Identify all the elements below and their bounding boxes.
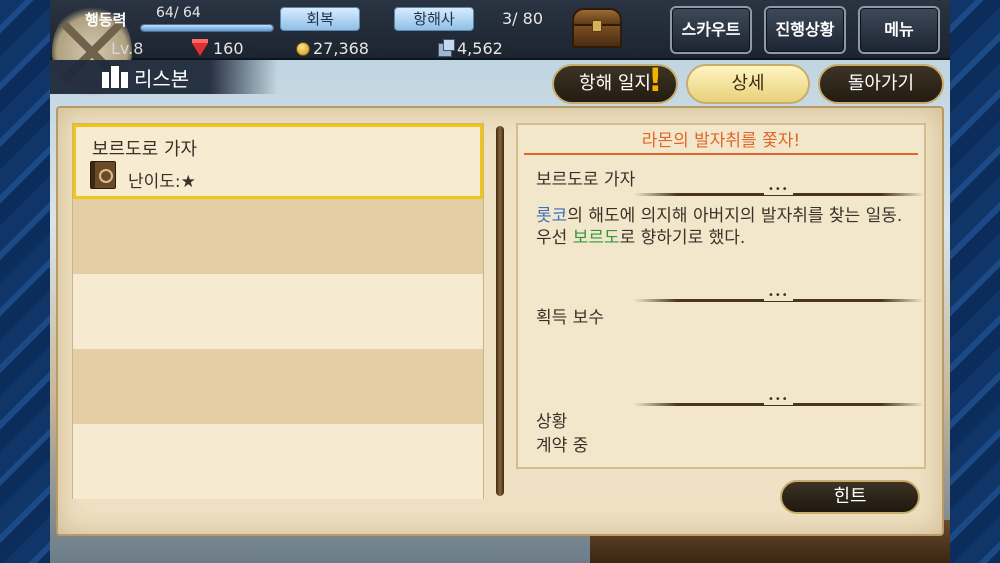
list-item-empty: [73, 274, 483, 349]
status-value: 계약 중: [536, 436, 589, 456]
menu-button[interactable]: 메뉴: [858, 6, 940, 54]
keyword-bordeaux: 보르도: [572, 228, 620, 248]
ticket-count: 4,562: [457, 39, 503, 58]
quest-title: 보르도로 가자: [92, 139, 198, 160]
list-item-empty: [73, 349, 483, 424]
scout-button[interactable]: 스카우트: [670, 6, 752, 54]
chapter-title: 라몬의 발자취를 쫓자!: [641, 131, 801, 151]
status-label: 상황: [536, 412, 568, 432]
stamina-label: 행동력: [85, 11, 127, 29]
divider: [634, 290, 924, 302]
hint-button[interactable]: 힌트: [780, 480, 920, 514]
list-item[interactable]: 보르도로 가자 난이도:★: [73, 124, 483, 199]
stamina-bar: [140, 24, 274, 32]
back-button[interactable]: 돌아가기: [818, 64, 944, 104]
gold-count: 27,368: [313, 39, 369, 58]
recover-button[interactable]: 회복: [280, 7, 360, 31]
progress-button[interactable]: 진행상황: [764, 6, 846, 54]
navigator-button[interactable]: 항해사: [394, 7, 474, 31]
player-level: Lv.8: [111, 39, 144, 58]
castle-icon: [102, 66, 128, 88]
game-screen: 행동력 64/ 64 회복 항해사 3/ 80 Lv.8 160 27,368 …: [50, 0, 950, 563]
gem-icon: [192, 39, 208, 56]
book-icon: [90, 161, 116, 189]
divider: [634, 394, 924, 406]
ticket-icon: [438, 39, 455, 57]
chest-icon[interactable]: [572, 8, 622, 48]
location-name: 리스본: [134, 67, 190, 91]
navigator-count: 3/ 80: [502, 9, 544, 28]
keyword-rokko: 롯코: [536, 206, 568, 226]
scroll-divider: [496, 126, 504, 496]
quest-name: 보르도로 가자: [536, 170, 636, 190]
list-item-empty: [73, 424, 483, 499]
alert-exclamation-icon: !: [648, 61, 663, 99]
quest-detail-panel: 라몬의 발자취를 쫓자! 보르도로 가자 롯코의 해도에 의지해 아버지의 발자…: [516, 123, 926, 469]
chapter-underline: [524, 153, 918, 155]
right-border: [950, 0, 1000, 563]
stamina-bar-fill: [141, 25, 273, 31]
divider: [634, 184, 924, 196]
list-item-empty: [73, 199, 483, 274]
gold-coin-icon: [296, 42, 310, 56]
left-border: [0, 0, 50, 563]
desc-text: 로 향하기로 했다.: [619, 228, 746, 248]
quest-difficulty: 난이도:★: [128, 172, 196, 192]
detail-tab-button[interactable]: 상세: [686, 64, 810, 104]
quest-description: 롯코의 해도에 의지해 아버지의 발자취를 찾는 일동. 우선 보르도로 향하기…: [536, 205, 906, 249]
reward-label: 획득 보수: [536, 308, 604, 328]
stamina-value: 64/ 64: [156, 5, 201, 21]
gem-count: 160: [213, 39, 244, 58]
quest-list: 보르도로 가자 난이도:★: [72, 123, 484, 499]
